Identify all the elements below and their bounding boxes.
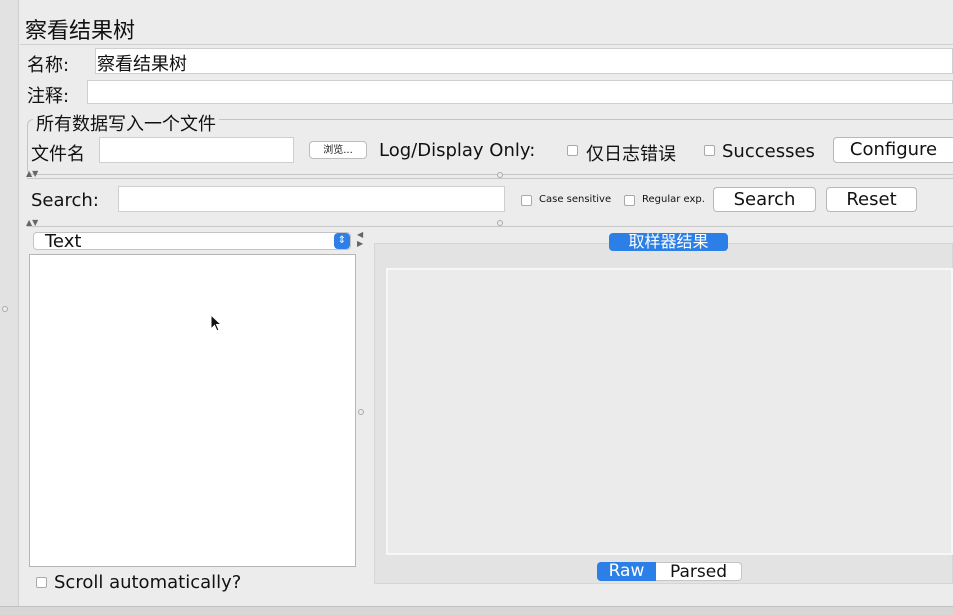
renderer-select-value: Text xyxy=(45,231,82,252)
scroll-automatically-label: Scroll automatically? xyxy=(54,572,242,593)
regex-checkbox[interactable] xyxy=(624,195,635,206)
select-chevron-icon[interactable]: ⇕ xyxy=(334,233,350,249)
configure-button[interactable]: Configure xyxy=(833,137,953,163)
successes-label: Successes xyxy=(722,141,815,162)
scroll-automatically-checkbox[interactable] xyxy=(36,577,47,588)
tab-sampler-result[interactable]: 取样器结果 xyxy=(609,233,728,251)
mouse-pointer-icon xyxy=(210,313,223,336)
panel-title: 察看结果树 xyxy=(25,19,136,44)
outer-split-handle[interactable] xyxy=(2,306,8,312)
results-tree[interactable] xyxy=(29,254,356,567)
divider-top xyxy=(27,178,953,179)
comment-input[interactable] xyxy=(87,80,953,104)
regex-label: Regular exp. xyxy=(642,194,705,205)
errors-only-label: 仅日志错误 xyxy=(586,144,676,165)
tab-parsed[interactable]: Parsed xyxy=(656,562,742,582)
name-input-value: 察看结果树 xyxy=(97,54,187,75)
filename-input[interactable] xyxy=(99,137,294,163)
write-to-file-legend: 所有数据写入一个文件 xyxy=(33,110,219,136)
comment-label: 注释: xyxy=(27,86,70,107)
search-input[interactable] xyxy=(118,186,505,212)
search-label: Search: xyxy=(31,190,99,211)
name-input[interactable] xyxy=(95,48,953,74)
result-content[interactable] xyxy=(386,268,953,555)
collapse-arrows-middle-icon[interactable]: ▲▼ xyxy=(26,218,38,227)
split-handle-top[interactable] xyxy=(497,172,503,178)
left-gutter xyxy=(0,0,18,606)
reset-button[interactable]: Reset xyxy=(826,187,917,212)
log-display-only-label: Log/Display Only: xyxy=(379,140,536,161)
split-handle-middle[interactable] xyxy=(497,220,503,226)
collapse-arrows-vertical-icon[interactable]: ◀ ▶ xyxy=(357,230,363,248)
title-bar xyxy=(20,10,953,45)
successes-checkbox[interactable] xyxy=(704,145,715,156)
browse-button[interactable]: 浏览... xyxy=(309,141,367,159)
collapse-arrows-top-icon[interactable]: ▲▼ xyxy=(26,169,38,178)
case-sensitive-checkbox[interactable] xyxy=(521,195,532,206)
split-handle-vertical[interactable] xyxy=(358,409,364,415)
divider-middle xyxy=(27,226,953,227)
tab-raw[interactable]: Raw xyxy=(597,562,656,581)
case-sensitive-label: Case sensitive xyxy=(539,194,612,205)
name-label: 名称: xyxy=(27,55,70,76)
errors-only-checkbox[interactable] xyxy=(567,145,578,156)
filename-label: 文件名 xyxy=(31,144,85,165)
search-button[interactable]: Search xyxy=(713,187,816,212)
